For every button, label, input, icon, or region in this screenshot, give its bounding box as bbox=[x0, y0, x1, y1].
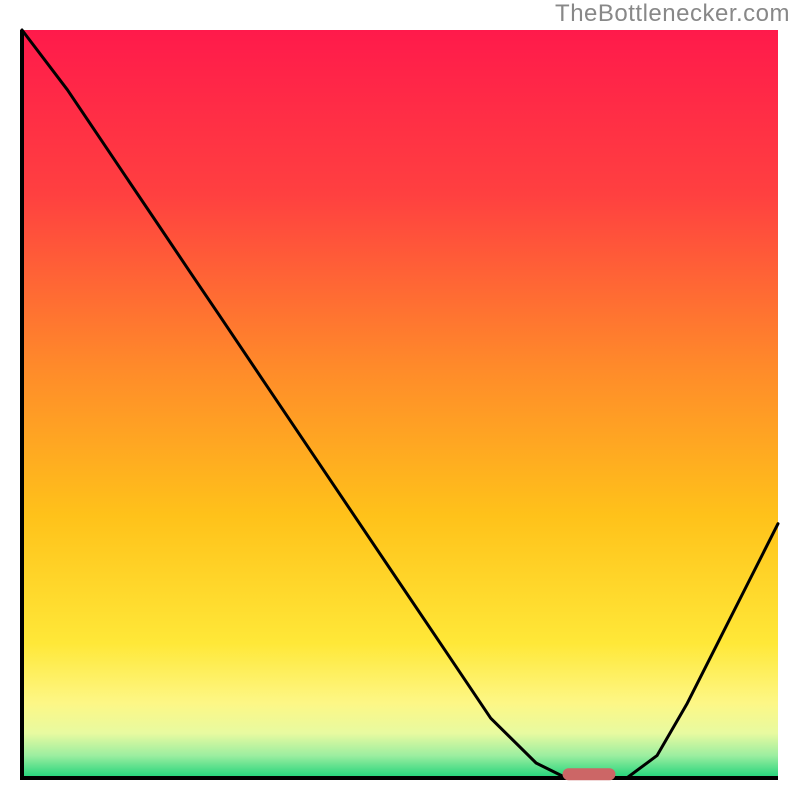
optimal-marker bbox=[563, 768, 616, 780]
bottleneck-chart bbox=[0, 0, 800, 800]
plot-background bbox=[22, 30, 778, 778]
